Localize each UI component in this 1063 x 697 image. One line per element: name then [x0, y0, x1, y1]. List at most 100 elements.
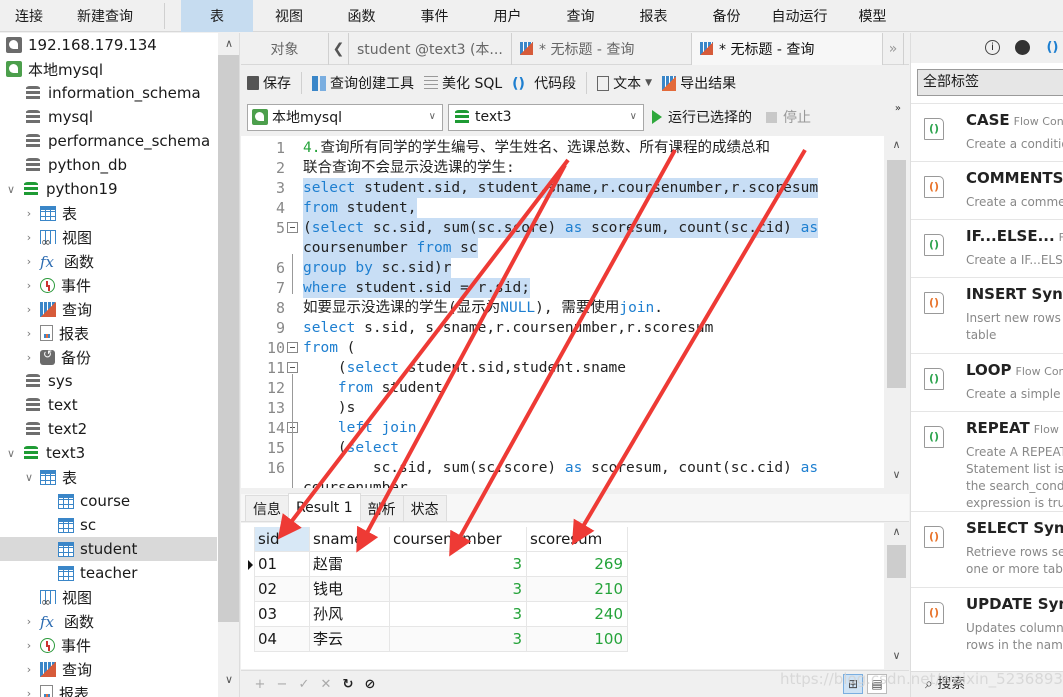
scrollbar-thumb[interactable] [887, 545, 906, 578]
grid-cell[interactable]: 3 [390, 577, 527, 602]
grid-cell[interactable]: 210 [527, 577, 628, 602]
grid-cell[interactable]: 01 [255, 552, 310, 577]
tree-connection-local[interactable]: 本地mysql [0, 57, 217, 81]
tree-python19-views[interactable]: › 视图 [0, 225, 217, 250]
snippet-item[interactable]: () CASEFlow Control Create a conditional [911, 103, 1063, 161]
snippet-item[interactable]: () LOOPFlow Control Create a simple loop [911, 353, 1063, 411]
scroll-up-icon[interactable]: ∧ [884, 525, 909, 538]
grid-cell[interactable]: 100 [527, 627, 628, 652]
chevron-right-icon[interactable]: › [22, 255, 36, 268]
tree-db-performance-schema[interactable]: performance_schema [0, 129, 217, 153]
tab-status[interactable]: 状态 [402, 495, 447, 521]
tree-table-student[interactable]: student [0, 537, 217, 561]
grid-view-button[interactable]: ⊞ [843, 674, 863, 694]
snippet-item[interactable]: () UPDATE Syntax Updates columns of existi… [911, 587, 1063, 671]
info-icon[interactable]: i [985, 40, 1000, 55]
tree-python19-tables[interactable]: › 表 [0, 201, 217, 225]
tree-db-information-schema[interactable]: information_schema [0, 81, 217, 105]
column-header-sname[interactable]: sname [310, 527, 390, 552]
menu-automation[interactable]: 自动运行 [763, 0, 836, 32]
tree-python19-backups[interactable]: › 备份 [0, 345, 217, 369]
tab-scroll-left-icon[interactable]: ❮ [329, 32, 349, 65]
chevron-right-icon[interactable]: › [22, 207, 36, 220]
overflow-chevron-icon[interactable]: » [895, 103, 901, 114]
chevron-right-icon[interactable]: › [22, 231, 36, 244]
delete-record-button[interactable]: − [271, 677, 293, 692]
tree-text3-events[interactable]: › 事件 [0, 633, 217, 657]
beautify-sql-button[interactable]: 美化 SQL [424, 73, 502, 93]
grid-cell[interactable]: 03 [255, 602, 310, 627]
tab-untitled-query-2[interactable]: * 无标题 - 查询 [692, 32, 882, 65]
grid-cell[interactable]: 3 [390, 627, 527, 652]
grid-cell[interactable]: 3 [390, 602, 527, 627]
grid-scrollbar[interactable]: ∧ ∨ [884, 523, 909, 669]
menu-query[interactable]: 查询 [544, 0, 617, 32]
chevron-right-icon[interactable]: › [22, 279, 36, 292]
column-header-scoresum[interactable]: scoresum [527, 527, 628, 552]
scrollbar-thumb[interactable] [887, 160, 906, 388]
tree-db-text3[interactable]: ∨ text3 [0, 441, 217, 465]
tab-scroll-right-icon[interactable]: » [882, 32, 904, 65]
scroll-down-icon[interactable]: ∨ [884, 468, 909, 481]
snippet-item[interactable]: () IF...ELSE... Flow Control Create a IF...… [911, 219, 1063, 277]
tree-python19-functions[interactable]: › fx 函数 [0, 249, 217, 273]
menu-event[interactable]: 事件 [398, 0, 471, 32]
row-indicator[interactable] [245, 627, 255, 652]
tree-text3-views[interactable]: 视图 [0, 585, 217, 609]
connection-select[interactable]: 本地mysql ∨ [247, 103, 443, 131]
grid-cell[interactable]: 赵雷 [310, 552, 390, 577]
tab-info[interactable]: 信息 [245, 495, 289, 521]
chevron-down-icon[interactable]: ∨ [4, 183, 18, 196]
preview-icon[interactable] [1015, 40, 1030, 55]
snippet-item[interactable]: () SELECT Syntax Retrieve rows selected fr… [911, 511, 1063, 587]
row-indicator[interactable] [245, 577, 255, 602]
chevron-right-icon[interactable]: › [22, 327, 36, 340]
tree-python19-reports[interactable]: › 报表 [0, 321, 217, 345]
text-mode-button[interactable]: 文本 ▼ [597, 73, 652, 93]
grid-cell[interactable]: 孙风 [310, 602, 390, 627]
tree-db-sys[interactable]: sys [0, 369, 217, 393]
tree-connection-remote[interactable]: 192.168.179.134 [0, 33, 217, 57]
chevron-right-icon[interactable]: › [22, 351, 36, 364]
chevron-right-icon[interactable]: › [22, 639, 36, 652]
tree-db-text2[interactable]: text2 [0, 417, 217, 441]
menu-view[interactable]: 视图 [253, 0, 325, 32]
database-select[interactable]: text3 ∨ [448, 103, 644, 131]
tab-objects[interactable]: 对象 [241, 32, 329, 65]
menu-table[interactable]: 表 [181, 0, 253, 32]
grid-cell[interactable]: 269 [527, 552, 628, 577]
grid-cell[interactable]: 李云 [310, 627, 390, 652]
sql-editor[interactable]: 1 2 3 4 5 6 7 8 9 10 11 12 13 14 15 16 4.查询所有同学的学生编号、学生… [241, 136, 909, 488]
chevron-down-icon[interactable]: ∨ [4, 447, 18, 460]
snippet-search[interactable]: ⌕ 搜索 [911, 671, 1063, 697]
scroll-up-icon[interactable]: ∧ [884, 138, 909, 151]
tree-table-teacher[interactable]: teacher [0, 561, 217, 585]
tree-text3-queries[interactable]: › 查询 [0, 657, 217, 681]
tree-text3-reports[interactable]: › 报表 [0, 681, 217, 697]
menu-user[interactable]: 用户 [471, 0, 544, 32]
chevron-down-icon[interactable]: ∨ [22, 471, 36, 484]
editor-scrollbar[interactable]: ∧ ∨ [884, 136, 909, 488]
menu-report[interactable]: 报表 [617, 0, 690, 32]
tag-filter-select[interactable]: 全部标签 [917, 69, 1063, 96]
tree-db-text[interactable]: text [0, 393, 217, 417]
stop-button[interactable]: 停止 [752, 107, 811, 127]
snippet-item[interactable]: () COMMENTSComments Create a comment [911, 161, 1063, 219]
chevron-right-icon[interactable]: › [22, 687, 36, 697]
fold-toggle-icon[interactable] [287, 362, 298, 373]
code-snippet-button[interactable]: () 代码段 [512, 73, 576, 93]
add-record-button[interactable]: + [249, 677, 271, 692]
snippet-item[interactable]: () INSERT Syntax Insert new rows into tabl… [911, 277, 1063, 353]
tab-profile[interactable]: 剖析 [359, 495, 404, 521]
tree-python19-queries[interactable]: › 查询 [0, 297, 217, 321]
grid-cell[interactable]: 240 [527, 602, 628, 627]
menu-model[interactable]: 模型 [836, 0, 909, 32]
grid-cell[interactable]: 02 [255, 577, 310, 602]
menu-new-query[interactable]: 新建查询 [58, 0, 152, 32]
refresh-button[interactable]: ↻ [337, 677, 359, 692]
export-results-button[interactable]: 导出结果 [662, 73, 736, 93]
menu-backup[interactable]: 备份 [690, 0, 763, 32]
tree-db-python-db[interactable]: python_db [0, 153, 217, 177]
chevron-right-icon[interactable]: › [22, 615, 36, 628]
chevron-right-icon[interactable]: › [22, 663, 36, 676]
